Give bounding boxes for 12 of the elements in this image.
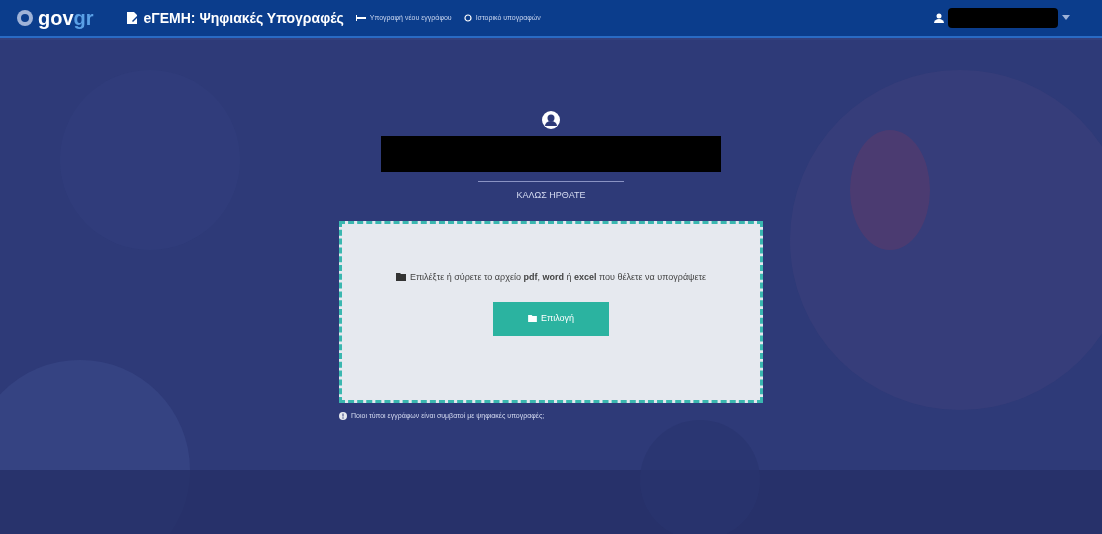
caret-icon[interactable] [1062,15,1070,21]
app-title: eΓΕΜΗ: Ψηφιακές Υπογραφές [143,8,344,28]
document-signature-icon [125,11,140,25]
user-circle-icon [541,110,561,130]
folder-icon [527,315,537,322]
instruction-text: Επιλέξτε ή σύρετε το αρχείο pdf, word ή excel που θέλετε να υπογράψετε [395,269,707,284]
folder-icon [395,272,406,281]
logo[interactable]: govgr [38,8,94,28]
drop-zone[interactable]: Επιλέξτε ή σύρετε το αρχείο pdf, word ή excel που θέλετε να υπογράψετε Επιλογή [339,220,763,403]
help-icon [339,411,347,420]
welcome-text: ΚΑΛΩΣ ΗΡΘΑΤΕ [516,189,586,202]
user-icon[interactable] [934,13,944,23]
